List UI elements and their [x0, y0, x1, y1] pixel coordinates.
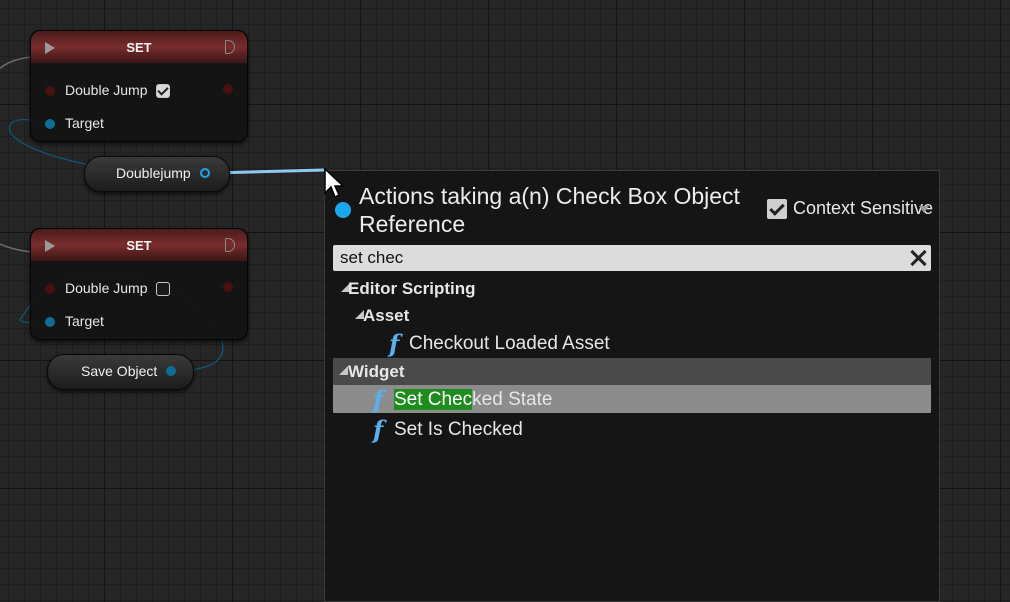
pin-label: Double Jump — [65, 280, 148, 296]
node-header: SET — [31, 31, 247, 63]
node-title: SET — [126, 238, 152, 253]
target-pin-row: Target — [45, 312, 104, 330]
search-box — [333, 245, 931, 271]
variable-label: Doublejump — [116, 165, 191, 181]
context-sensitive-label: Context Sensitive — [793, 198, 934, 218]
pin-label: Target — [65, 313, 104, 329]
object-pin-icon — [335, 202, 351, 218]
save-object-variable-node[interactable]: Save Object — [47, 354, 194, 390]
function-f-icon: f — [373, 385, 384, 414]
category-label: Asset — [363, 306, 410, 325]
double-jump-checkbox[interactable] — [155, 84, 170, 99]
search-match-highlight: Set Chec — [394, 389, 473, 410]
object-output-pin[interactable] — [200, 168, 210, 178]
pin-label: Target — [65, 115, 104, 131]
target-pin[interactable] — [45, 317, 55, 328]
set-node-double-jump-true[interactable]: SET Double Jump Target — [30, 30, 248, 142]
action-context-menu: Actions taking a(n) Check Box Object Ref… — [324, 170, 940, 602]
category-label: Editor Scripting — [348, 279, 476, 298]
action-set-checked-state[interactable]: f Set Checked State — [333, 385, 931, 414]
target-pin-row: Target — [45, 114, 104, 132]
category-label: Widget — [348, 362, 405, 381]
set-node-double-jump-false[interactable]: SET Double Jump Target — [30, 228, 248, 340]
action-label: Checkout Loaded Asset — [409, 333, 610, 354]
action-checkout-loaded-asset[interactable]: f Checkout Loaded Asset — [333, 329, 931, 358]
function-f-icon: f — [389, 329, 400, 358]
double-jump-checkbox[interactable] — [155, 282, 170, 297]
action-label: Set Is Checked — [394, 419, 523, 440]
action-label-rest: ked State — [472, 389, 553, 410]
bool-output-pin[interactable] — [223, 282, 233, 292]
category-widget[interactable]: Widget — [333, 358, 931, 386]
bool-input-pin[interactable] — [45, 86, 55, 97]
category-asset[interactable]: Asset — [333, 302, 931, 330]
action-set-is-checked[interactable]: f Set Is Checked — [333, 415, 931, 444]
double-jump-pin-row: Double Jump — [45, 279, 170, 297]
double-jump-pin-row: Double Jump — [45, 81, 170, 99]
object-output-pin[interactable] — [166, 366, 176, 376]
target-pin[interactable] — [45, 119, 55, 130]
doublejump-variable-node[interactable]: Doublejump — [84, 156, 230, 192]
mouse-cursor-icon — [324, 168, 345, 199]
search-input[interactable] — [333, 245, 903, 271]
context-sensitive-checkbox[interactable] — [767, 199, 787, 220]
context-sensitive-toggle[interactable]: Context Sensitive — [767, 198, 934, 220]
function-f-icon: f — [373, 415, 384, 444]
node-title: SET — [126, 40, 152, 55]
expand-triangle-icon[interactable] — [339, 366, 348, 375]
chevron-down-icon[interactable] — [919, 206, 929, 213]
menu-title: Actions taking a(n) Check Box Object Ref… — [359, 183, 740, 237]
variable-label: Save Object — [81, 363, 158, 379]
clear-search-icon[interactable] — [907, 247, 929, 269]
bool-input-pin[interactable] — [45, 284, 55, 295]
node-header: SET — [31, 229, 247, 261]
bool-output-pin[interactable] — [223, 84, 233, 94]
category-editor-scripting[interactable]: Editor Scripting — [333, 275, 931, 303]
pin-label: Double Jump — [65, 82, 148, 98]
action-label: Set Checked State — [394, 389, 552, 411]
